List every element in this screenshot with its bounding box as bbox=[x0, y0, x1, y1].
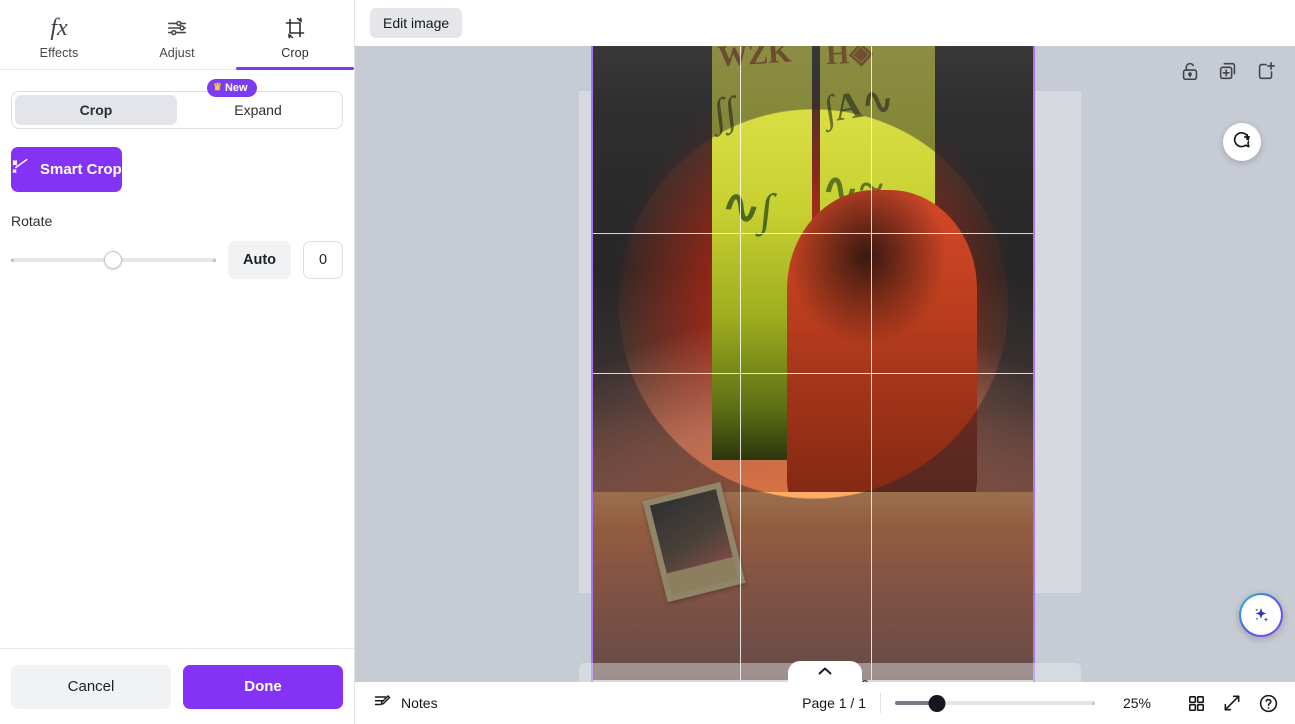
done-button[interactable]: Done bbox=[183, 664, 343, 709]
lock-icon[interactable] bbox=[1179, 60, 1201, 82]
status-separator bbox=[880, 693, 881, 713]
tab-adjust-label: Adjust bbox=[159, 46, 195, 60]
add-page-icon[interactable] bbox=[1255, 60, 1277, 82]
editor-main: Edit image WZK ∫∫ ∿∫ H◈ ∫A∿ ∿≈ Notes Pag… bbox=[355, 0, 1295, 724]
crown-icon: ♛ bbox=[213, 82, 222, 93]
page-tools bbox=[1179, 60, 1277, 82]
selection-guide-left bbox=[591, 46, 593, 682]
comment-add-icon[interactable] bbox=[1223, 123, 1261, 161]
rotate-label: Rotate bbox=[11, 213, 53, 229]
crop-expand-segment: Crop Expand bbox=[11, 91, 343, 129]
rotate-controls: Auto bbox=[11, 241, 343, 279]
segment-crop-button[interactable]: Crop bbox=[15, 95, 177, 125]
edit-image-sidebar: fx Effects Adjust Crop ♛ New Crop Expand… bbox=[0, 0, 355, 724]
smart-crop-button[interactable]: Smart Crop bbox=[11, 147, 122, 192]
tab-adjust[interactable]: Adjust bbox=[118, 0, 236, 69]
rotate-slider-tick-right bbox=[212, 258, 216, 262]
zoom-slider[interactable] bbox=[895, 691, 1095, 715]
status-bar: Notes Page 1 / 1 25% bbox=[355, 682, 1295, 724]
page-indicator: Page 1 / 1 bbox=[802, 695, 866, 711]
tab-effects-label: Effects bbox=[39, 46, 79, 60]
new-badge: ♛ New bbox=[207, 79, 257, 97]
notes-button[interactable]: Notes bbox=[373, 692, 438, 715]
smart-crop-label: Smart Crop bbox=[40, 161, 122, 178]
collapse-panel-tab[interactable] bbox=[788, 661, 862, 682]
tab-crop[interactable]: Crop bbox=[236, 0, 354, 70]
selection-guide-right bbox=[1033, 46, 1035, 682]
rotate-auto-button[interactable]: Auto bbox=[227, 241, 291, 279]
notes-icon bbox=[373, 692, 393, 715]
magic-wand-icon bbox=[11, 158, 30, 181]
zoom-level-label: 25% bbox=[1122, 695, 1152, 711]
grid-view-icon[interactable] bbox=[1185, 692, 1207, 714]
canvas-toolbar: Edit image bbox=[355, 0, 1295, 46]
crop-rotate-icon bbox=[283, 15, 307, 41]
zoom-slider-tick bbox=[1092, 701, 1095, 705]
rotate-slider[interactable] bbox=[11, 247, 216, 273]
help-circle-icon[interactable] bbox=[1257, 692, 1279, 714]
new-badge-label: New bbox=[224, 82, 248, 94]
crop-scrim bbox=[592, 46, 1035, 680]
crop-expand-segment-wrap: ♛ New Crop Expand bbox=[11, 79, 343, 129]
rotate-slider-tick-left bbox=[11, 258, 14, 262]
sidebar-footer: Cancel Done bbox=[0, 648, 354, 724]
notes-label: Notes bbox=[401, 695, 438, 711]
chevron-up-icon bbox=[818, 663, 832, 681]
rotate-slider-handle[interactable] bbox=[104, 251, 123, 269]
design-canvas[interactable]: WZK ∫∫ ∿∫ H◈ ∫A∿ ∿≈ bbox=[355, 46, 1295, 682]
tab-effects[interactable]: fx Effects bbox=[0, 0, 118, 69]
sparkle-icon[interactable] bbox=[1239, 593, 1283, 637]
crop-image-container[interactable]: WZK ∫∫ ∿∫ H◈ ∫A∿ ∿≈ bbox=[592, 46, 1035, 680]
segment-expand-button[interactable]: Expand bbox=[177, 95, 339, 125]
edit-tabs: fx Effects Adjust Crop bbox=[0, 0, 354, 70]
rotate-value-input[interactable] bbox=[303, 241, 343, 279]
edit-image-button[interactable]: Edit image bbox=[370, 8, 463, 38]
expand-arrows-icon[interactable] bbox=[1221, 692, 1243, 714]
sliders-icon bbox=[166, 15, 188, 41]
zoom-slider-handle[interactable] bbox=[928, 694, 946, 712]
cancel-button[interactable]: Cancel bbox=[11, 664, 171, 709]
image-editor-app: fx Effects Adjust Crop ♛ New Crop Expand… bbox=[0, 0, 1295, 724]
tab-crop-label: Crop bbox=[281, 46, 309, 60]
duplicate-page-icon[interactable] bbox=[1217, 60, 1239, 82]
fx-icon: fx bbox=[50, 15, 68, 41]
